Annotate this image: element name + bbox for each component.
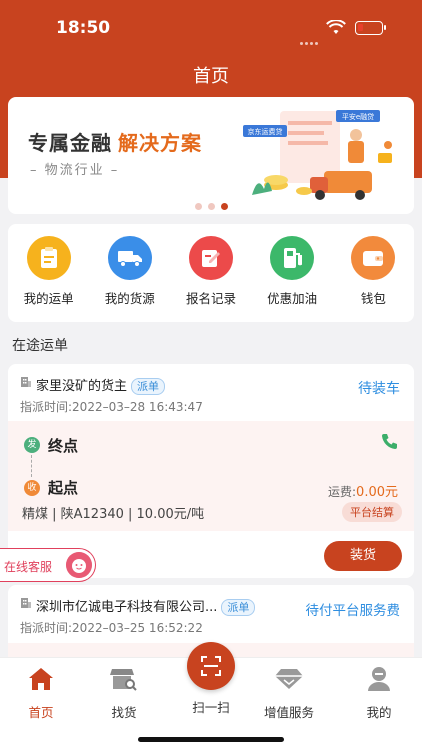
- truck-icon: [107, 236, 152, 280]
- home-icon: [6, 664, 76, 694]
- wallet-icon: [351, 236, 396, 280]
- signal-icon: [300, 30, 320, 45]
- scan-button[interactable]: [187, 642, 235, 690]
- svg-text:京东运费贷: 京东运费贷: [248, 127, 283, 136]
- origin-marker: 发: [24, 437, 40, 453]
- finance-banner[interactable]: 专属金融 解决方案 – 物流行业 – 京东运费贷 平安e融贷: [8, 97, 414, 214]
- shipper-name: 深圳市亿诚电子科技有限公司... 派单: [36, 596, 256, 616]
- order-status: 待付平台服务费: [305, 603, 401, 619]
- phone-icon[interactable]: [380, 433, 398, 451]
- quick-item-wallet[interactable]: 钱包: [337, 236, 409, 322]
- shipper-name: 家里没矿的货主 派单: [36, 375, 166, 395]
- scan-label: 扫一扫: [192, 700, 230, 715]
- route-line: [31, 455, 32, 477]
- quick-item-my-cargo[interactable]: 我的货源: [94, 236, 166, 322]
- banner-illustration: 京东运费贷 平安e融贷: [243, 110, 392, 200]
- quick-item-signup-records[interactable]: 报名记录: [175, 236, 247, 322]
- destination-marker: 收: [24, 480, 40, 496]
- tab-value-added-services[interactable]: 增值服务: [254, 664, 324, 721]
- section-title-in-transit: 在途运单: [12, 338, 68, 354]
- tab-home[interactable]: 首页: [6, 664, 76, 721]
- dispatch-tag: 派单: [221, 599, 256, 616]
- store-search-icon: [89, 664, 159, 694]
- quick-menu: 我的运单 我的货源 报名记录 优惠加油 钱包: [8, 224, 414, 322]
- settlement-badge: 平台结算: [342, 502, 402, 522]
- freight-fee: 运费:0.00元: [328, 485, 398, 500]
- order-status: 待装车: [358, 381, 400, 397]
- building-icon: [21, 598, 31, 608]
- tab-mine[interactable]: 我的: [344, 664, 414, 721]
- tab-find-cargo[interactable]: 找货: [89, 664, 159, 721]
- service-avatar-icon: [66, 552, 92, 578]
- quick-item-my-waybill[interactable]: 我的运单: [13, 236, 85, 322]
- quick-item-fuel-discount[interactable]: 优惠加油: [256, 236, 328, 322]
- wifi-icon: [326, 20, 346, 34]
- start-point: 起点: [48, 479, 79, 497]
- fuel-pump-icon: [270, 236, 315, 280]
- dispatch-tag: 派单: [131, 378, 166, 395]
- battery-icon: [355, 21, 386, 35]
- clock: 18:50: [56, 18, 111, 38]
- route-panel: 发 收 终点 起点 运费:0.00元 精煤 | 陕A12340 | 10.00元…: [8, 421, 414, 531]
- diamond-icon: [254, 664, 324, 694]
- assign-time: 指派时间:2022–03–28 16:43:47: [20, 400, 203, 414]
- building-icon: [21, 377, 31, 387]
- status-bar: 18:50: [0, 0, 422, 56]
- waybill-icon: [26, 236, 71, 280]
- scan-icon: [201, 656, 221, 676]
- svg-text:平安e融贷: 平安e融贷: [342, 112, 374, 121]
- cargo-info: 精煤 | 陕A12340 | 10.00元/吨: [22, 507, 205, 522]
- banner-title: 专属金融 解决方案: [28, 131, 202, 155]
- user-icon: [344, 664, 414, 694]
- home-indicator: [138, 737, 284, 742]
- assign-time: 指派时间:2022–03–25 16:52:22: [20, 621, 203, 635]
- waybill-card[interactable]: 家里没矿的货主 派单 待装车 指派时间:2022–03–28 16:43:47 发…: [8, 364, 414, 578]
- load-cargo-button[interactable]: 装货: [324, 541, 402, 571]
- banner-pager[interactable]: [195, 195, 234, 214]
- edit-icon: [188, 236, 233, 280]
- end-point: 终点: [48, 437, 79, 455]
- banner-subtitle: – 物流行业 –: [30, 163, 120, 178]
- page-title: 首页: [193, 66, 229, 87]
- online-service-button[interactable]: 在线客服: [0, 548, 96, 582]
